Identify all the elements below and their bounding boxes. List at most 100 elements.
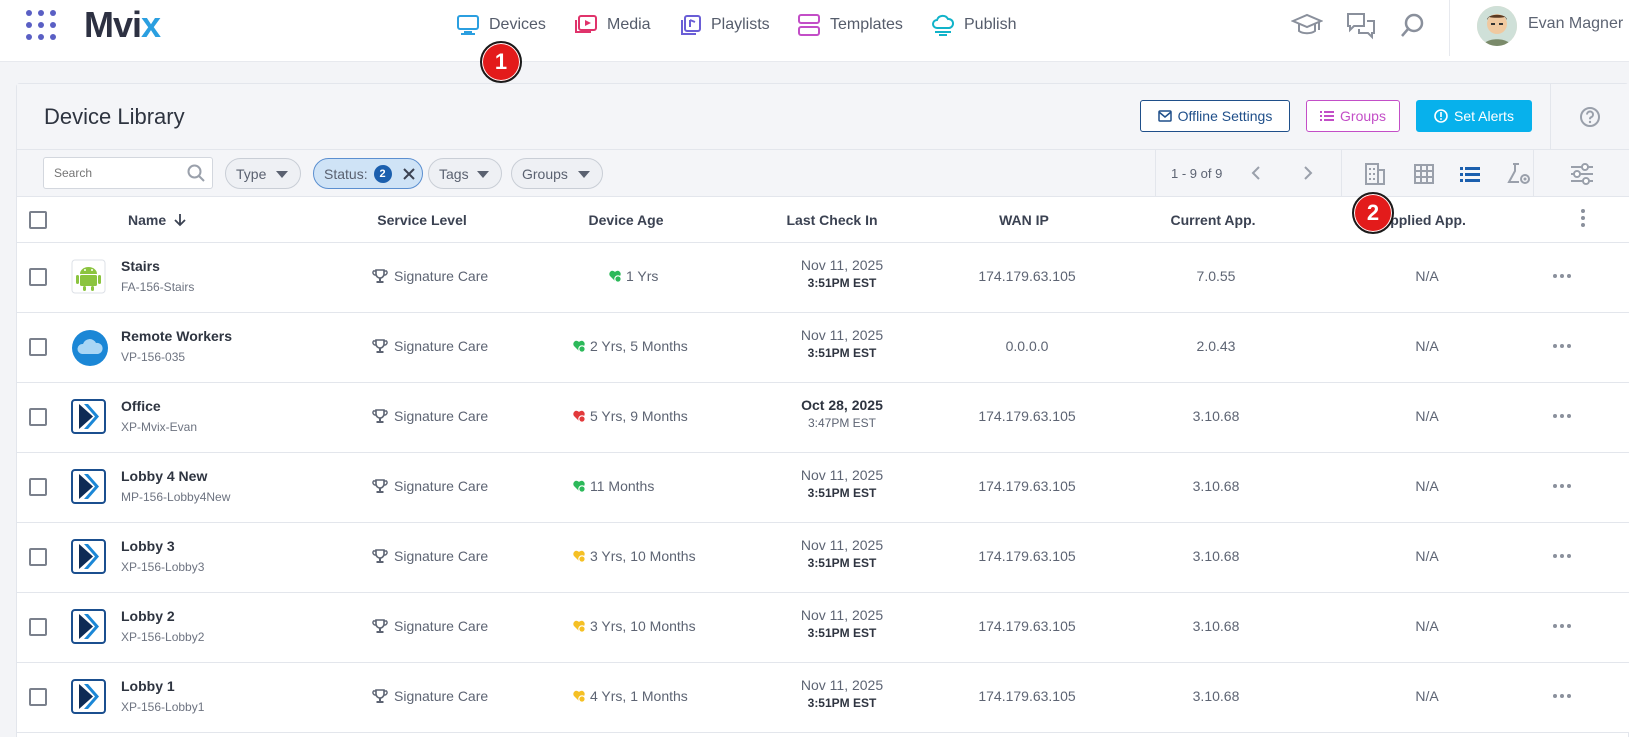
table-row[interactable]: Lobby 1 XP-156-Lobby1 Signature Care 4 Yrs,… [17, 663, 1629, 733]
apps-grid-icon[interactable] [26, 10, 58, 42]
row-checkbox[interactable] [29, 548, 47, 566]
service-level-label: Signature Care [394, 548, 489, 564]
column-last-check-in[interactable]: Last Check In [786, 212, 877, 228]
nav-media[interactable]: Media [574, 10, 651, 40]
device-age: 3 Yrs, 10 Months [572, 548, 696, 564]
device-name[interactable]: Office [121, 398, 161, 414]
table-row[interactable]: Lobby 3 XP-156-Lobby3 Signature Care 3 Yrs,… [17, 523, 1629, 593]
device-name[interactable]: Lobby 3 [121, 538, 175, 554]
tags-filter[interactable]: Tags [428, 158, 502, 189]
table-row[interactable]: Remote Workers VP-156-035 Signature Care 2 … [17, 313, 1629, 383]
heart-status-icon [573, 340, 586, 353]
type-filter[interactable]: Type [225, 158, 301, 189]
table-row[interactable]: Stairs FA-156-Stairs Signature Care 1 Yrs No… [17, 243, 1629, 313]
search-icon[interactable] [1399, 11, 1427, 39]
graduation-cap-icon[interactable] [1291, 11, 1323, 39]
groups-filter-label: Groups [522, 165, 568, 182]
device-name[interactable]: Stairs [121, 258, 160, 274]
service-level-label: Signature Care [394, 688, 489, 704]
set-alerts-button[interactable]: Set Alerts [1416, 100, 1532, 132]
header-divider [1550, 84, 1551, 150]
user-name[interactable]: Evan Magner [1528, 15, 1623, 33]
current-app: 3.10.68 [1192, 548, 1240, 564]
row-checkbox[interactable] [29, 618, 47, 636]
table-row[interactable]: Office XP-Mvix-Evan Signature Care 5 Yrs, 9… [17, 383, 1629, 453]
column-name[interactable]: Name [128, 212, 186, 228]
wan-ip: 0.0.0.0 [1005, 338, 1049, 354]
row-checkbox[interactable] [29, 338, 47, 356]
check-in-date: Nov 11, 2025 [800, 257, 884, 273]
column-device-age[interactable]: Device Age [589, 212, 664, 228]
building-view-icon[interactable] [1363, 162, 1387, 186]
column-options-icon[interactable] [1581, 209, 1585, 230]
nav-playlists-label: Playlists [711, 16, 770, 33]
row-checkbox[interactable] [29, 688, 47, 706]
help-icon[interactable] [1579, 106, 1601, 128]
offline-settings-button[interactable]: Offline Settings [1140, 100, 1290, 132]
groups-button[interactable]: Groups [1306, 100, 1400, 132]
trophy-icon [372, 549, 388, 563]
mvix-player-icon [71, 399, 106, 434]
row-checkbox[interactable] [29, 408, 47, 426]
device-name[interactable]: Remote Workers [121, 328, 232, 344]
column-service-level[interactable]: Service Level [377, 212, 467, 228]
current-app: 3.10.68 [1192, 408, 1240, 424]
row-actions-icon[interactable] [1553, 274, 1574, 278]
device-name[interactable]: Lobby 2 [121, 608, 175, 624]
nav-playlists[interactable]: Playlists [680, 10, 770, 40]
service-level-label: Signature Care [394, 268, 489, 284]
applied-app: N/A [1415, 338, 1439, 354]
check-in-date: Nov 11, 2025 [800, 607, 884, 623]
type-filter-label: Type [236, 165, 267, 182]
nav-templates[interactable]: Templates [797, 10, 903, 40]
step-marker-1: 1 [480, 41, 522, 83]
lab-settings-icon[interactable] [1506, 162, 1532, 186]
device-age-label: 1 Yrs [626, 268, 659, 284]
grid-view-icon[interactable] [1412, 162, 1436, 186]
filter-bar: Type Status: 2 Tags Groups 1 - 9 of 9 [17, 150, 1629, 197]
nav-publish[interactable]: Publish [931, 10, 1016, 40]
chevron-right-icon[interactable] [1302, 165, 1314, 181]
device-age: 3 Yrs, 10 Months [572, 618, 696, 634]
chevron-left-icon[interactable] [1250, 165, 1262, 181]
device-name[interactable]: Lobby 1 [121, 678, 175, 694]
mvix-player-icon [71, 679, 106, 714]
service-level: Signature Care [372, 408, 488, 424]
row-actions-icon[interactable] [1553, 344, 1574, 348]
table-row[interactable]: Lobby 4 New MP-156-Lobby4New Signature Car… [17, 453, 1629, 523]
user-avatar[interactable] [1477, 6, 1517, 46]
templates-icon [798, 14, 820, 36]
column-current-app[interactable]: Current App. [1170, 212, 1255, 228]
brand-logo[interactable]: Mvix [84, 4, 161, 46]
device-library-card: Device Library Offline Settings Groups S… [16, 83, 1629, 737]
check-in-time: 3:51PM EST [807, 346, 877, 360]
status-filter[interactable]: Status: 2 [313, 158, 423, 189]
nav-devices[interactable]: Devices [456, 10, 546, 40]
groups-filter[interactable]: Groups [511, 158, 603, 189]
row-actions-icon[interactable] [1553, 694, 1574, 698]
sliders-icon[interactable] [1569, 162, 1595, 186]
row-checkbox[interactable] [29, 478, 47, 496]
android-icon [71, 259, 106, 294]
cloud-publish-icon [932, 14, 955, 36]
column-name-label: Name [128, 212, 167, 228]
search-field-icon[interactable] [187, 164, 205, 182]
row-actions-icon[interactable] [1553, 624, 1574, 628]
last-check-in: Nov 11, 2025 3:51PM EST [801, 257, 883, 290]
close-icon[interactable] [402, 167, 416, 181]
select-all-checkbox[interactable] [29, 211, 47, 229]
column-wan-ip[interactable]: WAN IP [999, 212, 1049, 228]
row-checkbox[interactable] [29, 268, 47, 286]
trophy-icon [372, 479, 388, 493]
chat-icon[interactable] [1345, 11, 1377, 41]
row-actions-icon[interactable] [1553, 414, 1574, 418]
check-in-time: 3:47PM EST [807, 416, 877, 430]
list-view-icon[interactable] [1458, 162, 1482, 186]
row-actions-icon[interactable] [1553, 484, 1574, 488]
table-row[interactable]: Lobby 2 XP-156-Lobby2 Signature Care 3 Yrs,… [17, 593, 1629, 663]
row-actions-icon[interactable] [1553, 554, 1574, 558]
list-icon [1320, 111, 1335, 121]
device-name[interactable]: Lobby 4 New [121, 468, 207, 484]
wan-ip: 174.179.63.105 [978, 408, 1076, 424]
status-count-badge: 2 [373, 164, 392, 183]
